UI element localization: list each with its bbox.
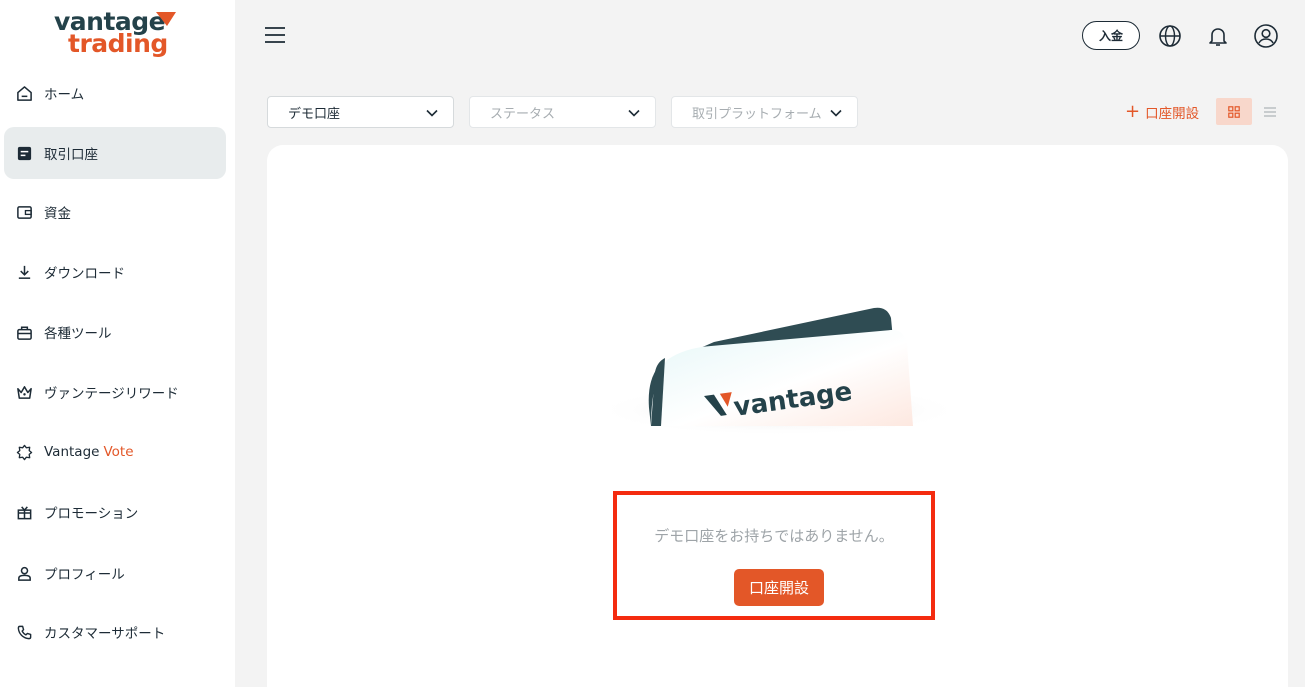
sidebar-item-label: 資金 (44, 206, 71, 222)
logo-mark-icon (156, 12, 176, 26)
sidebar-item-profile[interactable]: プロフィール (4, 547, 226, 599)
plus-icon: + (1125, 101, 1141, 122)
sidebar-item-label-accent: Vote (103, 444, 134, 460)
account-type-value: デモ口座 (288, 106, 341, 122)
wallet-icon (16, 204, 33, 221)
download-icon (16, 264, 33, 281)
list-view-toggle[interactable] (1256, 98, 1284, 125)
sidebar-item-label: ダウンロード (44, 266, 125, 282)
gift-icon (16, 504, 33, 521)
sidebar-item-label: プロモーション (44, 506, 139, 522)
grid-view-toggle[interactable] (1216, 98, 1252, 125)
user-icon (16, 565, 33, 582)
crown-icon (16, 384, 33, 401)
bell-icon[interactable] (1205, 23, 1231, 49)
account-type-select[interactable]: デモ口座 (267, 96, 454, 128)
sidebar-item-tools[interactable]: 各種ツール (4, 306, 226, 358)
status-placeholder: ステータス (490, 106, 556, 122)
chevron-down-icon (830, 109, 842, 117)
sidebar-item-label: 取引口座 (44, 147, 98, 163)
sidebar-item-rewards[interactable]: ヴァンテージリワード (4, 366, 226, 418)
badge-icon (16, 444, 33, 461)
empty-state-highlight: デモ口座をお持ちではありません。 口座開設 (613, 491, 935, 620)
sidebar-item-label: ヴァンテージリワード (44, 386, 179, 402)
status-select[interactable]: ステータス (469, 96, 656, 128)
logo-text-trading: trading (68, 29, 168, 58)
sidebar-item-label: 各種ツール (44, 326, 112, 342)
sidebar-item-home[interactable]: ホーム (4, 67, 226, 119)
sidebar-item-funds[interactable]: 資金 (4, 186, 226, 238)
profile-icon[interactable] (1253, 23, 1279, 49)
open-account-link[interactable]: + 口座開設 (1125, 101, 1200, 123)
open-account-link-label: 口座開設 (1145, 106, 1200, 122)
platform-placeholder: 取引プラットフォーム (692, 106, 822, 122)
accounts-panel: vantage デモ口座をお持ちではありません。 口座開設 (267, 145, 1288, 687)
sidebar-item-promotions[interactable]: プロモーション (4, 486, 226, 538)
home-icon (16, 85, 33, 102)
chevron-down-icon (426, 109, 438, 117)
sidebar-item-download[interactable]: ダウンロード (4, 246, 226, 298)
sidebar-item-label: プロフィール (44, 567, 125, 583)
account-icon (16, 145, 33, 162)
sidebar-item-customer-support[interactable]: カスタマーサポート (4, 606, 226, 658)
menu-toggle-icon[interactable] (264, 26, 286, 44)
vantage-trading-logo[interactable]: vantage trading (54, 8, 184, 60)
sidebar-item-trading-accounts[interactable]: 取引口座 (4, 127, 226, 179)
grid-view-icon (1228, 105, 1240, 118)
empty-accounts-illustration: vantage (594, 307, 964, 436)
globe-icon[interactable] (1157, 23, 1183, 49)
toolbox-icon (16, 324, 33, 341)
sidebar: vantage trading ホーム 取引口座 資金 ダウンロード 各種ツール… (0, 0, 235, 687)
chevron-down-icon (628, 109, 640, 117)
sidebar-item-label: カスタマーサポート (44, 626, 166, 642)
phone-icon (16, 624, 33, 641)
platform-select[interactable]: 取引プラットフォーム (671, 96, 858, 128)
sidebar-item-label: Vantage (44, 444, 100, 460)
sidebar-item-vantage-vote[interactable]: Vantage Vote (4, 426, 226, 478)
sidebar-item-label: ホーム (44, 87, 85, 103)
empty-state-message: デモ口座をお持ちではありません。 (654, 527, 894, 545)
list-view-icon (1264, 106, 1276, 117)
open-account-button[interactable]: 口座開設 (734, 569, 824, 606)
deposit-button[interactable]: 入金 (1082, 21, 1140, 50)
